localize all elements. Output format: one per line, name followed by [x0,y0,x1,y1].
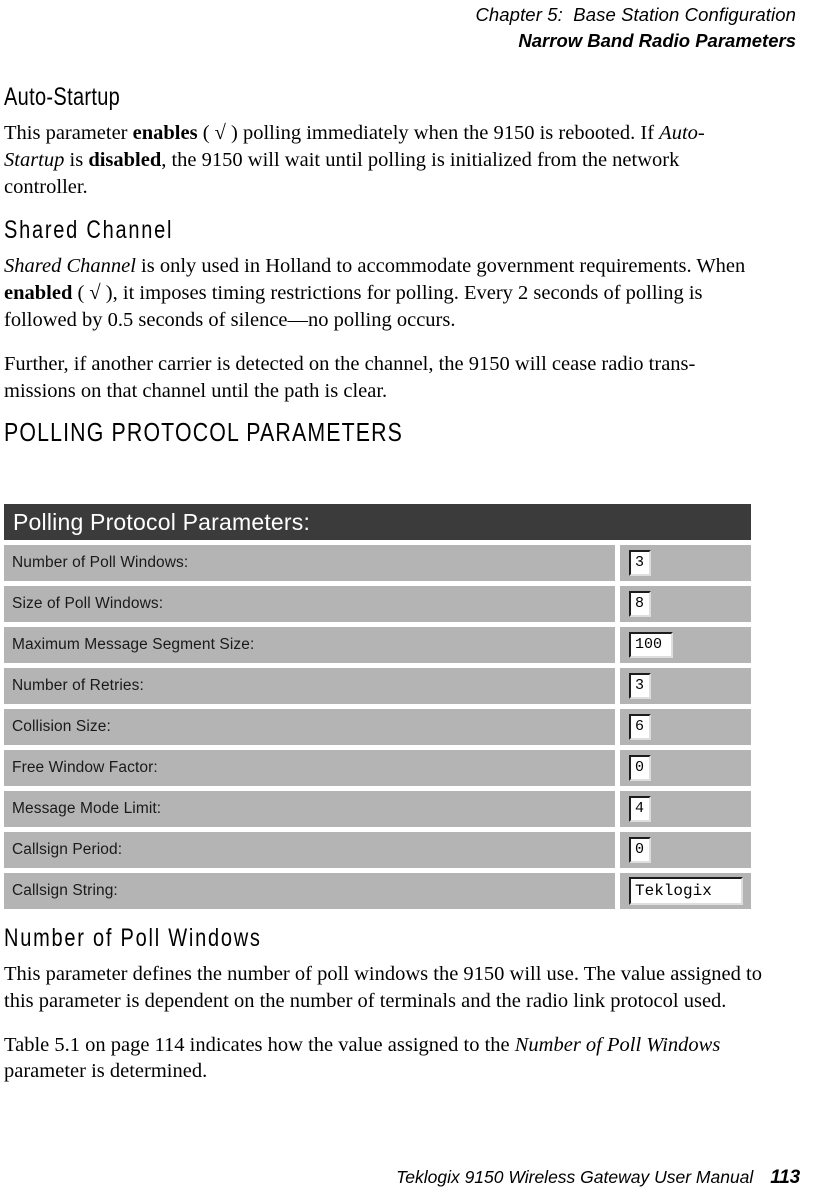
running-head-chapter: Chapter 5: Base Station Configuration [475,4,796,25]
heading-polling-protocol-parameters: POLLING PROTOCOL PARAMETERS [4,417,404,448]
form-row-label: Callsign Period: [4,832,615,868]
form-row-field-cell: 3 [620,668,751,704]
form-row-label: Free Window Factor: [4,750,615,786]
form-row-label: Collision Size: [4,709,615,745]
polling-protocol-parameters-screenshot: Polling Protocol Parameters: Number of P… [4,504,751,914]
heading-shared-channel: Shared Channel [4,216,174,245]
form-row-label: Maximum Message Segment Size: [4,627,615,663]
form-row: Callsign Period: 0 [4,832,751,868]
text-input[interactable]: 100 [629,632,673,658]
text-input[interactable]: 4 [629,796,651,822]
form-row: Message Mode Limit: 4 [4,791,751,827]
form-row-field-cell: 0 [620,750,751,786]
form-row: Number of Poll Windows: 3 [4,545,751,581]
page-content-lower: Number of Poll Windows This parameter de… [4,925,794,1102]
text-input[interactable]: 8 [629,591,651,617]
text-run-italic: Shared Channel [4,255,136,278]
paragraph-number-of-poll-windows-1: This parameter defines the number of pol… [4,963,762,1012]
text-run: is [64,148,89,171]
form-row: Maximum Message Segment Size: 100 [4,627,751,663]
form-row: Callsign String: Teklogix [4,873,751,909]
form-row-field-cell: 8 [620,586,751,622]
text-input[interactable]: 0 [629,837,651,863]
form-row: Free Window Factor: 0 [4,750,751,786]
text-input[interactable]: 3 [629,550,651,576]
heading-number-of-poll-windows: Number of Poll Windows [4,924,262,952]
text-run-bold: disabled [88,148,162,171]
text-input[interactable]: 3 [629,673,651,699]
form-row-label: Message Mode Limit: [4,791,615,827]
screenshot-titlebar: Polling Protocol Parameters: [4,504,751,540]
form-row-label: Size of Poll Windows: [4,586,615,622]
form-row: Number of Retries: 3 [4,668,751,704]
heading-auto-startup: Auto-Startup [4,83,121,111]
form-row-label: Number of Retries: [4,668,615,704]
form-row-field-cell: 4 [620,791,751,827]
footer-page-number: 113 [770,1167,800,1188]
text-run: is only used in Holland to accommodate g… [135,255,746,278]
form-row-label: Number of Poll Windows: [4,545,615,581]
form-row-field-cell: Teklogix [620,873,751,909]
text-run-italic: Number of Poll Windows [514,1033,721,1056]
text-run: Table 5.1 on page 114 indicates how the … [4,1033,515,1056]
text-run: ( √ ) polling immediately when the 9150 … [197,122,660,144]
text-run: parameter is determined. [4,1060,208,1083]
text-input[interactable]: 6 [629,714,651,740]
text-run-bold: enabled [4,282,73,305]
paragraph-number-of-poll-windows-2: Table 5.1 on page 114 indicates how the … [4,1032,764,1086]
form-row-field-cell: 3 [620,545,751,581]
form-row: Collision Size: 6 [4,709,751,745]
footer-manual-title: Teklogix 9150 Wireless Gateway User Manu… [396,1167,754,1187]
text-run: ( √ ), it imposes timing restrictions fo… [4,282,703,331]
paragraph-shared-channel-1: Shared Channel is only used in Holland t… [4,253,764,333]
paragraph-auto-startup: This parameter enables ( √ ) polling imm… [4,120,764,200]
page-footer: Teklogix 9150 Wireless Gateway User Manu… [0,1167,800,1189]
text-input[interactable]: Teklogix [629,877,743,905]
form-row-field-cell: 100 [620,627,751,663]
text-input[interactable]: 0 [629,755,651,781]
screenshot-form-rows: Number of Poll Windows: 3 Size of Poll Win… [4,545,751,909]
page-content: Auto-Startup This parameter enables ( √ … [4,84,794,458]
form-row: Size of Poll Windows: 8 [4,586,751,622]
text-run-bold: enables [132,122,198,144]
running-head-subtitle: Narrow Band Radio Parameters [518,30,796,51]
form-row-field-cell: 6 [620,709,751,745]
form-row-label: Callsign String: [4,873,615,909]
running-head: Chapter 5: Base Station Configuration Na… [0,0,796,53]
text-run: This parameter [4,122,133,144]
paragraph-shared-channel-2: Further, if another carrier is detected … [4,352,696,402]
form-row-field-cell: 0 [620,832,751,868]
